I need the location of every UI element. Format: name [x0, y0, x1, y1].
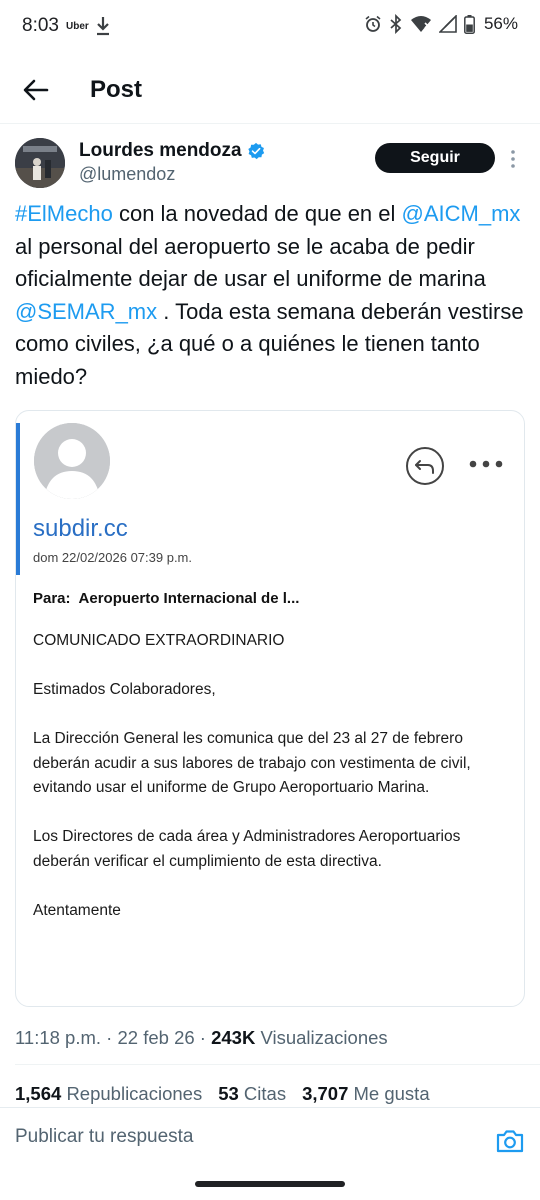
wifi-icon — [410, 16, 431, 32]
quotes-count: 53 — [218, 1083, 239, 1104]
status-bar: 8:03 Uber 56% — [0, 0, 540, 54]
media-image[interactable]: subdir.cc dom 22/02/2026 07:39 p.m. Para… — [15, 410, 525, 1007]
email-date: dom 22/02/2026 07:39 p.m. — [33, 550, 193, 565]
email-paragraph: La Dirección General les comunica que de… — [33, 730, 471, 796]
tweet-text-segment: al personal del aeropuerto se le acaba d… — [15, 233, 486, 292]
likes-stat[interactable]: 3,707 Me gusta — [302, 1083, 430, 1105]
post-time: 11:18 p.m. — [15, 1027, 102, 1048]
download-icon — [97, 17, 109, 36]
tweet-text-segment: con la novedad de que en el — [112, 201, 402, 226]
email-heading: COMUNICADO EXTRAORDINARIO — [33, 632, 285, 649]
author-name-text: Lourdes mendoza — [79, 140, 242, 161]
header-divider — [0, 123, 540, 124]
views-label[interactable]: Visualizaciones — [260, 1027, 387, 1048]
engagement-stats: 1,564 Republicaciones 53 Citas 3,707 Me … — [15, 1083, 446, 1105]
camera-icon[interactable] — [495, 1128, 525, 1154]
reply-bar: Publicar tu respuesta — [0, 1107, 540, 1167]
avatar[interactable] — [15, 138, 65, 188]
email-closing: Atentamente — [33, 901, 121, 919]
gesture-nav-bar[interactable] — [195, 1181, 345, 1187]
email-accent-bar — [16, 423, 20, 575]
follow-button[interactable]: Seguir — [375, 143, 495, 173]
author-name[interactable]: Lourdes mendoza — [79, 140, 265, 162]
reposts-stat[interactable]: 1,564 Republicaciones — [15, 1083, 202, 1105]
email-to-value: Aeropuerto Internacional de l... — [78, 590, 300, 607]
meta-separator: · — [194, 1027, 212, 1048]
email-to-label: Para: — [33, 590, 71, 607]
author-handle[interactable]: @lumendoz — [79, 164, 175, 185]
post-meta: 11:18 p.m. · 22 feb 26 · 243K Visualizac… — [15, 1027, 388, 1049]
likes-count: 3,707 — [302, 1083, 349, 1104]
quotes-label: Citas — [243, 1083, 287, 1104]
reply-input[interactable]: Publicar tu respuesta — [15, 1126, 194, 1148]
verified-badge-icon — [247, 142, 264, 160]
alarm-icon — [365, 15, 381, 32]
views-count: 243K — [211, 1027, 256, 1048]
meta-separator: · — [101, 1027, 118, 1048]
email-sender: subdir.cc — [33, 515, 128, 542]
quotes-stat[interactable]: 53 Citas — [218, 1083, 286, 1105]
status-time: 8:03 — [22, 15, 59, 36]
tweet-text: #ElMecho con la novedad de que en el @AI… — [15, 198, 530, 393]
app-header: Post — [0, 62, 540, 118]
more-horizontal-icon — [469, 460, 503, 468]
meta-divider — [15, 1064, 540, 1065]
email-body: COMUNICADO EXTRAORDINARIO Estimados Cola… — [33, 629, 513, 923]
likes-label: Me gusta — [353, 1083, 430, 1104]
signal-icon — [438, 15, 457, 33]
reposts-count: 1,564 — [15, 1083, 62, 1104]
mention-link-aicm[interactable]: @AICM_mx — [402, 201, 521, 226]
mention-link-semar[interactable]: @SEMAR_mx — [15, 299, 157, 324]
uber-notification-icon: Uber — [66, 21, 89, 32]
reply-circle-icon — [406, 447, 444, 485]
hashtag-link[interactable]: #ElMecho — [15, 201, 113, 226]
author-row: Lourdes mendoza @lumendoz Seguir — [15, 138, 525, 190]
bluetooth-icon — [390, 14, 402, 34]
battery-percent: 56% — [483, 14, 518, 33]
battery-icon — [464, 14, 475, 34]
reposts-label: Republicaciones — [66, 1083, 203, 1104]
more-vert-icon[interactable] — [509, 148, 517, 170]
status-icons: 56% — [364, 14, 518, 34]
arrow-left-icon[interactable] — [20, 74, 52, 106]
post-date: 22 feb 26 — [117, 1027, 195, 1048]
page-title: Post — [90, 76, 143, 103]
email-paragraph: Los Directores de cada área y Administra… — [33, 828, 461, 870]
email-to-row: Para: Aeropuerto Internacional de l... — [33, 590, 299, 607]
email-avatar-icon — [34, 423, 110, 499]
email-greeting: Estimados Colaboradores, — [33, 681, 216, 698]
